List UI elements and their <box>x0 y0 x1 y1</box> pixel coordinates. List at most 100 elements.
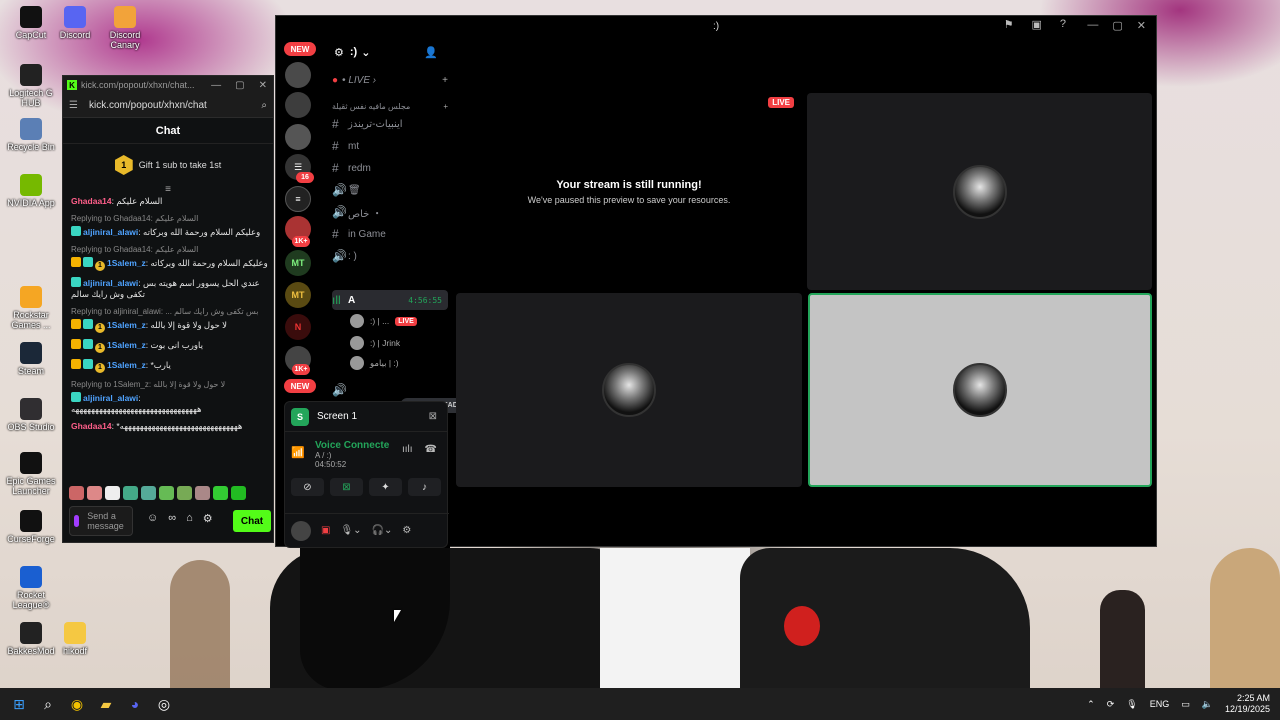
chat-username[interactable]: 1Salem_z <box>107 360 146 370</box>
desktop-icon[interactable]: Logitech G HUB <box>4 64 58 108</box>
channel-item[interactable]: 🔊 خاص ・ <box>332 202 448 222</box>
emote[interactable] <box>87 486 102 500</box>
inbox-icon[interactable]: ▣ <box>1031 18 1041 31</box>
server-icon[interactable] <box>285 62 311 88</box>
screen-share-row[interactable]: S Screen 1 ⊠ <box>285 402 447 432</box>
video-off-icon[interactable]: ▣ <box>321 525 330 536</box>
add-friend-icon[interactable]: 👤 <box>424 46 438 59</box>
screen-share-icon[interactable]: ⊠ <box>330 478 363 496</box>
close-button[interactable]: ✕ <box>1137 19 1146 32</box>
volume-icon[interactable]: 🔈 <box>1202 699 1213 710</box>
desktop-icon[interactable]: Epic Games Launcher <box>4 452 58 496</box>
chat-message[interactable]: Replying to 1Salem_z: لا حول ولا قوة إلا… <box>71 379 269 415</box>
windows-start-icon[interactable]: ⊞ <box>9 694 29 714</box>
desktop-icon[interactable]: Discord <box>48 6 102 40</box>
emote[interactable] <box>213 486 228 500</box>
noise-suppression-icon[interactable]: ıılı <box>402 444 413 455</box>
site-settings-icon[interactable]: ☰ <box>69 100 79 111</box>
user-settings-icon[interactable]: ⚙ <box>402 525 411 536</box>
close-button[interactable]: ✕ <box>259 80 267 91</box>
gift-sub-banner[interactable]: 1 Gift 1 sub to take 1st <box>63 144 273 186</box>
chat-username[interactable]: 1Salem_z <box>107 258 146 268</box>
desktop-icon[interactable]: Discord Canary <box>98 6 152 50</box>
activities-icon[interactable]: ✦ <box>369 478 402 496</box>
emote[interactable] <box>123 486 138 500</box>
emote[interactable] <box>69 486 84 500</box>
chat-message[interactable]: 1 1Salem_z: يارب* <box>71 359 269 373</box>
help-icon[interactable]: ? <box>1060 18 1066 31</box>
tray-mic-icon[interactable]: 🎙 <box>1126 699 1137 710</box>
maximize-button[interactable]: ▢ <box>235 80 244 91</box>
emoji-icon[interactable]: ☺ <box>147 512 158 525</box>
live-category[interactable]: ● • LIVE › + <box>332 70 448 90</box>
language-indicator[interactable]: ENG <box>1150 699 1170 709</box>
channel-item[interactable]: 🔊: ) <box>332 246 448 266</box>
headphones-icon[interactable]: 🎧⌄ <box>372 525 393 536</box>
user-avatar[interactable] <box>291 520 311 541</box>
voice-user[interactable]: :) | Jrink <box>350 334 446 352</box>
add-channel-icon[interactable]: + <box>443 102 448 111</box>
emote[interactable] <box>141 486 156 500</box>
emote[interactable] <box>231 486 246 500</box>
voice-user[interactable]: بيامو | :) <box>350 354 446 372</box>
desktop-icon[interactable]: Recycle Bin <box>4 118 58 152</box>
camera-off-icon[interactable]: ⊘ <box>291 478 324 496</box>
channel-item[interactable]: 🔊 🗑 <box>332 180 448 200</box>
desktop-icon[interactable]: Rockstar Games ... <box>4 286 58 330</box>
infinity-icon[interactable]: ∞ <box>168 512 176 525</box>
minimize-button[interactable]: — <box>1087 19 1098 32</box>
emote[interactable] <box>177 486 192 500</box>
search-icon[interactable]: ⌕ <box>38 694 58 714</box>
participant-tile[interactable] <box>807 93 1152 290</box>
emote[interactable] <box>105 486 120 500</box>
server-icon-n[interactable]: N <box>285 314 311 340</box>
desktop-icon[interactable]: hikodf <box>48 622 102 656</box>
chat-username[interactable]: Ghadaa14 <box>71 421 112 431</box>
chat-message[interactable]: 1 1Salem_z: ياورب انى بوت <box>71 339 269 353</box>
maximize-button[interactable]: ▢ <box>1112 19 1122 32</box>
emote[interactable] <box>159 486 174 500</box>
microphone-icon[interactable]: 🎙⌄ <box>340 525 361 536</box>
chat-username[interactable]: 1Salem_z <box>107 340 146 350</box>
file-explorer-icon[interactable]: ▰ <box>96 694 116 714</box>
add-channel-icon[interactable]: + <box>442 75 448 86</box>
chat-username[interactable]: aljiniral_alawi <box>83 227 138 237</box>
disconnect-icon[interactable]: ☎ <box>425 444 437 455</box>
server-icon[interactable] <box>285 124 311 150</box>
participant-tile[interactable] <box>456 293 802 487</box>
speaking-participant-tile[interactable] <box>808 293 1152 487</box>
emote-bar[interactable] <box>69 486 246 500</box>
tray-sync-icon[interactable]: ⟳ <box>1107 699 1115 710</box>
chat-message[interactable]: Ghadaa14: هههههههههههههههههههههههههههههه… <box>71 421 269 432</box>
network-icon[interactable]: ▭ <box>1181 699 1190 710</box>
tray-overflow-icon[interactable]: ⌃ <box>1087 699 1095 710</box>
chat-message[interactable]: Replying to aljiniral_alawi: ... بس تكفى… <box>71 306 269 333</box>
chat-username[interactable]: aljiniral_alawi <box>83 278 138 288</box>
server-icon-mt-gold[interactable]: MT <box>285 282 311 308</box>
server-icon[interactable] <box>285 92 311 118</box>
minimize-button[interactable]: — <box>211 80 221 91</box>
chat-message[interactable]: Ghadaa14: السلام عليكم <box>71 196 269 207</box>
active-voice-channel[interactable]: ıll A 4:56:55 <box>332 290 448 310</box>
chat-input[interactable]: Send a message <box>69 506 133 536</box>
send-chat-button[interactable]: Chat <box>233 510 271 532</box>
soundboard-icon[interactable]: ♪ <box>408 478 441 496</box>
server-header[interactable]: ⚙ :) ⌄ 👤 <box>322 36 450 68</box>
desktop-icon[interactable]: Rocket League® <box>4 566 58 610</box>
chrome-icon[interactable]: ◉ <box>67 694 87 714</box>
emote[interactable] <box>195 486 210 500</box>
channel-item[interactable]: # redm <box>332 158 448 178</box>
zoom-icon[interactable]: ⌕ <box>261 100 267 111</box>
flag-icon[interactable]: ⚑ <box>1004 18 1014 31</box>
desktop-icon[interactable]: OBS Studio <box>4 398 58 432</box>
voice-channel[interactable]: 🔊 <box>332 380 448 400</box>
voice-user[interactable]: :) | ... LIVE <box>350 312 446 330</box>
chat-username[interactable]: Ghadaa14 <box>71 196 112 206</box>
obs-taskbar-icon[interactable]: ◎ <box>154 694 174 714</box>
chat-username[interactable]: 1Salem_z <box>107 320 146 330</box>
channel-item[interactable]: # in Game <box>332 224 448 244</box>
chat-message[interactable]: Replying to Ghadaa14: السلام عليكم 1 1Sale… <box>71 244 269 271</box>
voice-icon[interactable] <box>74 515 80 527</box>
desktop-icon[interactable]: NVIDIA App <box>4 174 58 208</box>
pinned-toggle-icon[interactable]: ≡ <box>63 185 273 196</box>
